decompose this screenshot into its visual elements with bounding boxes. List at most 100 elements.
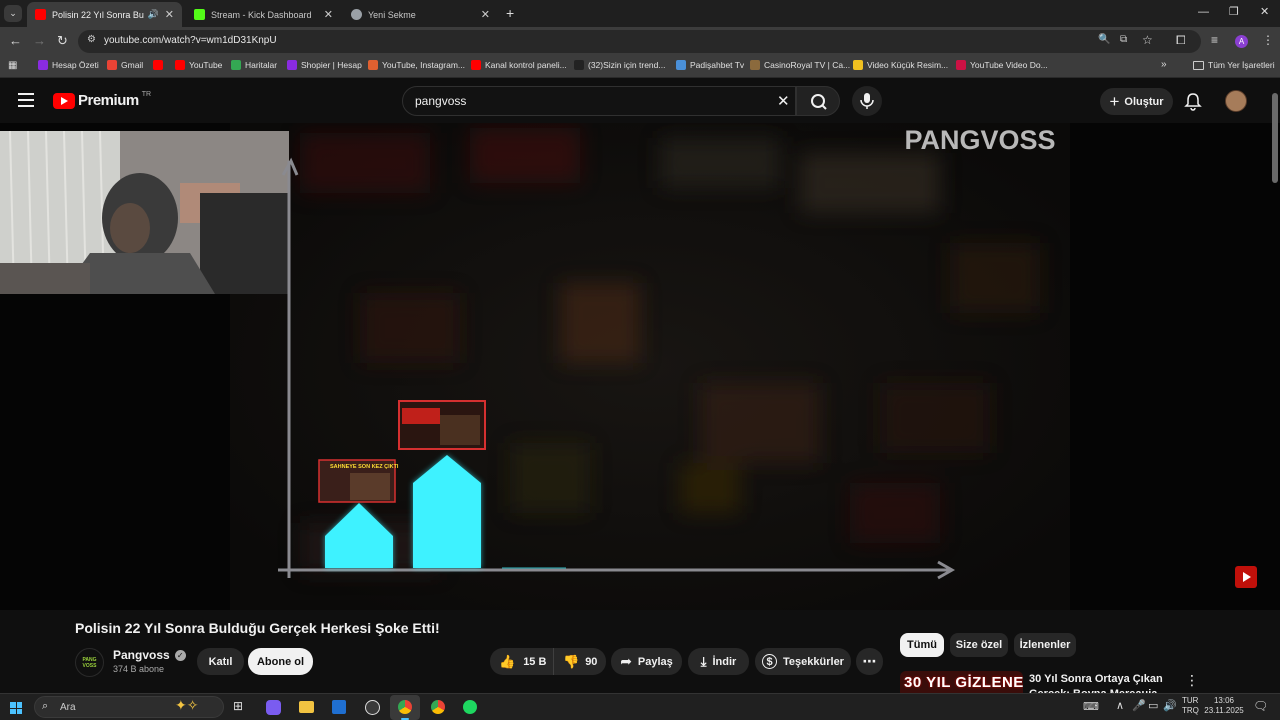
store-icon[interactable]: [332, 700, 346, 714]
hamburger-menu-icon[interactable]: [18, 93, 34, 107]
bookmark-item[interactable]: YouTube Video Do...: [956, 60, 1048, 70]
video-title: Polisin 22 Yıl Sonra Bulduğu Gerçek Herk…: [75, 620, 440, 636]
minimize-icon[interactable]: —: [1198, 6, 1209, 18]
bookmark-item[interactable]: (32)Sizin için trend...: [574, 60, 665, 70]
restore-icon[interactable]: ❐: [1229, 5, 1239, 18]
search-input[interactable]: pangvoss ✕: [402, 86, 796, 116]
maps-icon: [231, 60, 241, 70]
forward-arrow-icon[interactable]: →: [33, 33, 46, 48]
voice-search-button[interactable]: [852, 86, 882, 116]
tab-close-icon[interactable]: ✕: [165, 8, 174, 21]
create-button[interactable]: + Oluştur: [1100, 88, 1173, 115]
zoom-icon[interactable]: 🔍: [1098, 34, 1110, 45]
all-bookmarks-folder[interactable]: Tüm Yer İşaretleri: [1193, 60, 1275, 70]
chip-watched[interactable]: İzlenenler: [1014, 633, 1076, 657]
channel-avatar[interactable]: PANG VOSS: [75, 648, 104, 677]
subscribe-button[interactable]: Abone ol: [248, 648, 313, 675]
apps-grid-icon[interactable]: ▦: [8, 60, 17, 71]
file-explorer-icon[interactable]: [299, 701, 314, 713]
clear-search-icon[interactable]: ✕: [777, 92, 790, 110]
join-button[interactable]: Katıl: [197, 648, 244, 675]
tray-overflow-icon[interactable]: ∧: [1116, 699, 1124, 712]
window-close-icon[interactable]: ✕: [1260, 5, 1269, 18]
language-indicator[interactable]: TUR TRQ: [1182, 696, 1199, 716]
chip-for-you[interactable]: Size özel: [950, 633, 1008, 657]
extensions-icon[interactable]: ⧠: [1176, 33, 1186, 48]
subscriber-count: 374 B abone: [113, 664, 165, 674]
chrome-favicon-icon: [351, 9, 362, 20]
thanks-button[interactable]: $ Teşekkürler: [755, 648, 851, 675]
share-arrow-icon: ➦: [620, 653, 632, 669]
share-button[interactable]: ➦ Paylaş: [611, 648, 682, 675]
bookmark-star-icon[interactable]: ☆: [1142, 33, 1153, 47]
clock[interactable]: 13:06 23.11.2025: [1204, 696, 1244, 716]
back-arrow-icon[interactable]: ←: [9, 33, 22, 48]
keyboard-icon[interactable]: ⌨: [1083, 700, 1099, 713]
bookmark-item[interactable]: YouTube, Instagram...: [368, 60, 465, 70]
tab-close-icon[interactable]: ✕: [324, 8, 333, 21]
speaker-icon[interactable]: 🔊: [148, 9, 159, 20]
menu-kebab-icon[interactable]: ⋮: [1262, 33, 1274, 47]
network-icon[interactable]: ▭: [1148, 699, 1158, 712]
new-tab-plus-icon[interactable]: +: [506, 5, 514, 21]
like-button[interactable]: 👍 15 B: [490, 648, 554, 675]
bookmark-favicon-icon: [956, 60, 966, 70]
folder-icon: [1193, 60, 1204, 70]
tab-youtube-video[interactable]: Polisin 22 Yıl Sonra Bulduğu 🔊 ✕: [27, 2, 182, 27]
video-player[interactable]: PANGVOSS SAHNEYE SON KEZ ÇIKTI: [0, 93, 1280, 610]
bookmark-item[interactable]: YouTube: [175, 60, 222, 70]
tab-new-tab[interactable]: Yeni Sekme ✕: [343, 2, 498, 27]
recommended-menu-icon[interactable]: ⋮: [1185, 672, 1199, 689]
tab-search-button[interactable]: ⌄: [4, 5, 22, 22]
taskbar-search-box[interactable]: ⌕ Ara ✦✧: [34, 696, 224, 718]
notifications-bell-icon[interactable]: [1184, 92, 1202, 111]
task-view-icon[interactable]: ⊞: [233, 699, 243, 713]
bookmarks-overflow-icon[interactable]: »: [1161, 59, 1167, 70]
webcam-overlay: [0, 130, 289, 295]
cast-icon[interactable]: ⧉: [1120, 34, 1127, 45]
bookmark-item[interactable]: CasinoRoyal TV | Ca...: [750, 60, 850, 70]
bookmark-item[interactable]: Shopier | Hesap: [287, 60, 362, 70]
profile-avatar[interactable]: A: [1235, 35, 1248, 48]
bookmark-item[interactable]: Video Küçük Resim...: [853, 60, 948, 70]
bookmark-item[interactable]: Gmail: [107, 60, 143, 70]
dislike-button[interactable]: 👎 90: [554, 648, 597, 675]
plus-icon: +: [1109, 91, 1120, 111]
chip-all[interactable]: Tümü: [900, 633, 944, 657]
video-frame: PANGVOSS SAHNEYE SON KEZ ÇIKTI: [0, 123, 1280, 610]
windows-start-icon[interactable]: [10, 702, 22, 714]
tab-close-icon[interactable]: ✕: [481, 8, 490, 21]
reading-list-icon[interactable]: ≡: [1211, 33, 1218, 47]
kick-favicon-icon: [194, 9, 205, 20]
channel-name[interactable]: Pangvoss ✓: [113, 648, 186, 662]
address-bar[interactable]: ⚙ youtube.com/watch?v=wm1dD31KnpU 🔍 ⧉ ☆: [78, 30, 1201, 53]
recommended-title[interactable]: 30 Yıl Sonra Ortaya Çıkan Gerçek: Boyna …: [1029, 672, 1169, 693]
microphone-tray-icon[interactable]: 🎤: [1132, 699, 1146, 712]
tab-kick-dashboard[interactable]: Stream - Kick Dashboard ✕: [186, 2, 341, 27]
youtube-logo[interactable]: Premium TR: [53, 91, 151, 109]
volume-icon[interactable]: 🔊: [1163, 699, 1177, 712]
search-button[interactable]: [796, 86, 840, 116]
reload-icon[interactable]: ↻: [57, 33, 68, 49]
bookmark-item[interactable]: [153, 60, 167, 70]
taskbar-search-placeholder: Ara: [60, 702, 76, 713]
more-actions-button[interactable]: ⋯: [856, 648, 883, 675]
site-info-icon[interactable]: ⚙: [87, 34, 96, 45]
youtube-icon: [153, 60, 163, 70]
account-avatar[interactable]: [1225, 90, 1247, 112]
bookmark-item[interactable]: Hesap Özeti: [38, 60, 99, 70]
chrome-active-app-icon[interactable]: [390, 695, 420, 720]
spotify-icon[interactable]: [463, 700, 477, 714]
download-button[interactable]: ⤓ İndir: [688, 648, 749, 675]
chrome-icon[interactable]: [431, 700, 445, 714]
thumbnail-2: [398, 400, 486, 450]
copilot-icon[interactable]: [266, 700, 281, 715]
bookmark-item[interactable]: Padişahbet Tv: [676, 60, 744, 70]
recommended-thumbnail[interactable]: 30 YIL GİZLENEN: [900, 671, 1023, 693]
notification-center-icon[interactable]: 🗨: [1253, 699, 1268, 713]
scrollbar[interactable]: [1272, 93, 1278, 183]
video-details: Polisin 22 Yıl Sonra Bulduğu Gerçek Herk…: [0, 610, 1280, 693]
obs-icon[interactable]: [365, 700, 380, 715]
bookmark-item[interactable]: Haritalar: [231, 60, 277, 70]
bookmark-item[interactable]: Kanal kontrol paneli...: [471, 60, 567, 70]
